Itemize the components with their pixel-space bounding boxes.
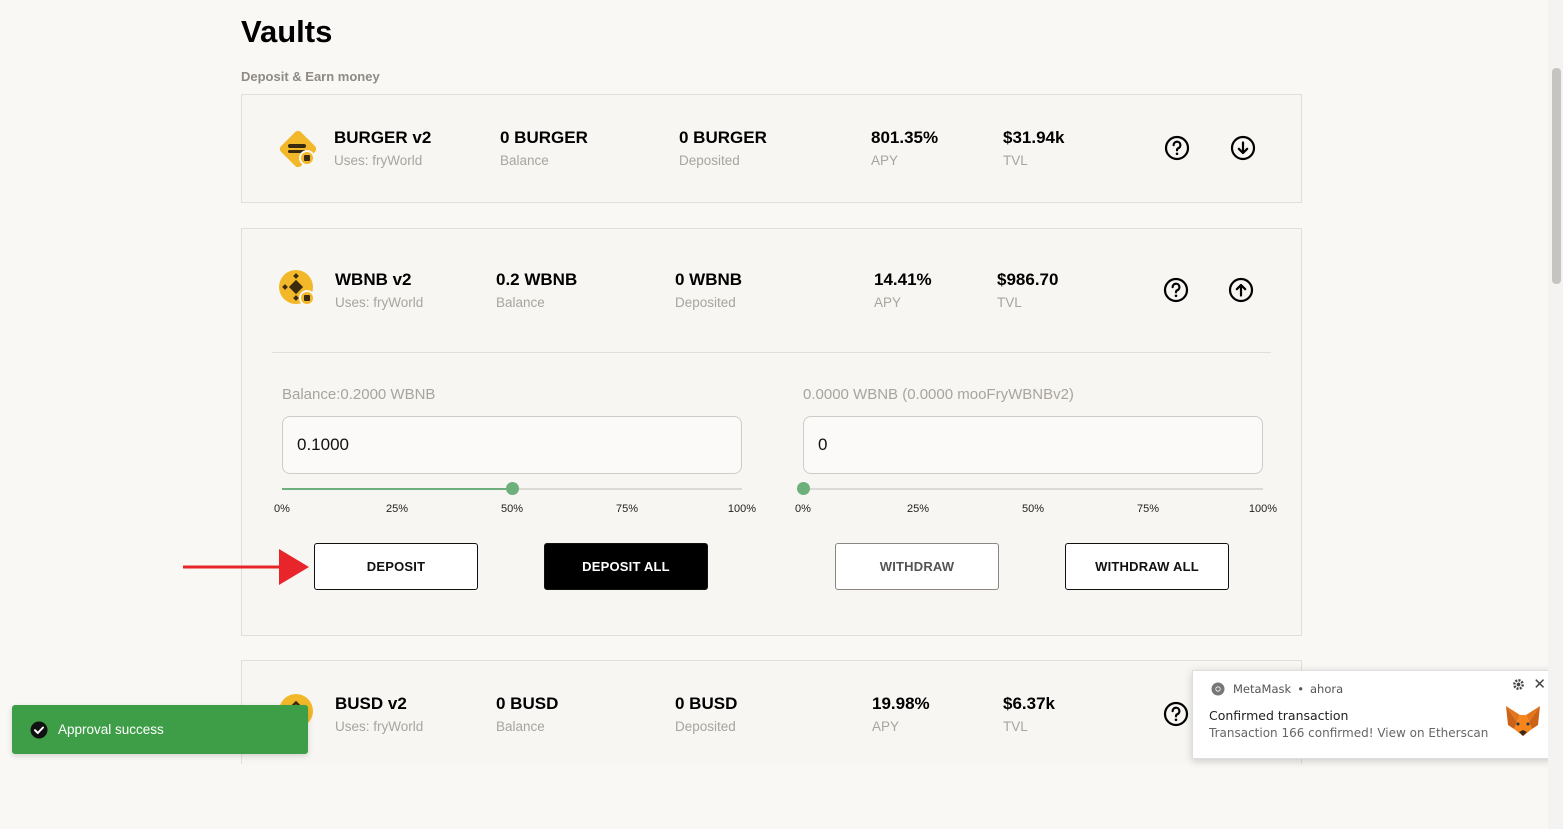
deposit-balance-label: Balance:0.2000 WBNB [282,386,436,403]
slider-tick[interactable]: 25% [907,503,929,515]
vault-row[interactable]: WBNB v2 Uses: fryWorld 0.2 WBNB Balance … [242,237,1301,345]
deposit-slider-ticks: 0% 25% 50% 75% 100% [274,503,782,517]
arrow-down-circle-icon[interactable] [1230,135,1256,161]
vault-apy: 14.41% [874,270,932,289]
slider-tick[interactable]: 100% [728,503,756,515]
slider-tick[interactable]: 50% [1022,503,1044,515]
burger-token-logo [279,130,317,168]
notification-time: ahora [1309,682,1344,696]
vault-deposited-label: Deposited [675,719,736,734]
page-title: Vaults [241,14,333,49]
vault-apy-label: APY [872,719,900,734]
vault-tvl-label: TVL [1003,719,1028,734]
vault-apy: 19.98% [872,694,930,713]
vault-tvl: $986.70 [997,270,1059,289]
vault-balance-label: Balance [496,719,545,734]
vault-apy-label: APY [874,295,902,310]
vault-deposited-label: Deposited [675,295,736,310]
vault-card-burger: BURGER v2 Uses: fryWorld 0 BURGER Balanc… [241,94,1302,203]
vault-row[interactable]: BURGER v2 Uses: fryWorld 0 BURGER Balanc… [242,95,1301,203]
slider-tick[interactable]: 75% [1137,503,1159,515]
approval-toast: Approval success [12,705,308,754]
vault-card-busd: BUSD v2 Uses: fryWorld 0 BUSD Balance 0 … [241,660,1302,764]
scrollbar-thumb[interactable] [1552,68,1561,284]
help-icon[interactable] [1163,701,1189,727]
arrow-up-circle-icon[interactable] [1228,277,1254,303]
metamask-notification[interactable]: MetaMask • ahora ✕ Confirmed transaction… [1192,670,1556,759]
vault-apy-label: APY [871,153,899,168]
vault-balance: 0.2 WBNB [496,270,578,289]
withdraw-slider[interactable] [797,482,1263,495]
slider-tick[interactable]: 100% [1249,503,1277,515]
toast-message: Approval success [58,722,164,737]
vault-tvl: $31.94k [1003,128,1065,147]
notification-message[interactable]: Transaction 166 confirmed! View on Ether… [1209,726,1488,740]
deposit-button[interactable]: DEPOSIT [314,543,478,590]
slider-tick[interactable]: 75% [616,503,638,515]
deposit-amount-input[interactable] [282,416,742,474]
deposit-all-button[interactable]: DEPOSIT ALL [544,543,708,590]
notification-title: Confirmed transaction [1209,708,1349,723]
deposit-slider-fill [282,488,512,490]
vault-deposited: 0 BURGER [679,128,767,147]
vault-uses: Uses: fryWorld [334,153,423,168]
withdraw-slider-thumb[interactable] [797,482,810,495]
withdraw-amount-input[interactable] [803,416,1263,474]
help-icon[interactable] [1164,135,1190,161]
check-circle-icon [30,721,48,738]
help-icon[interactable] [1163,277,1189,303]
slider-tick[interactable]: 0% [795,503,811,515]
metamask-fox-icon [1506,706,1540,736]
notification-app: MetaMask [1233,682,1292,696]
vault-uses: Uses: fryWorld [335,719,424,734]
withdraw-slider-ticks: 0% 25% 50% 75% 100% [795,503,1303,517]
vault-name: BUSD v2 [335,694,407,713]
withdraw-button[interactable]: WITHDRAW [835,543,999,590]
vault-tvl: $6.37k [1003,694,1055,713]
vault-deposited-label: Deposited [679,153,740,168]
slider-tick[interactable]: 25% [386,503,408,515]
vault-tvl-label: TVL [1003,153,1028,168]
withdraw-balance-label: 0.0000 WBNB (0.0000 mooFryWBNBv2) [803,386,1074,403]
deposit-slider[interactable] [282,482,742,495]
vault-balance-label: Balance [496,295,545,310]
vault-name: WBNB v2 [335,270,412,289]
slider-tick[interactable]: 50% [501,503,523,515]
page-subtitle: Deposit & Earn money [241,69,380,84]
vault-row[interactable]: BUSD v2 Uses: fryWorld 0 BUSD Balance 0 … [242,661,1301,769]
chrome-icon [1211,682,1225,696]
vault-card-wbnb: WBNB v2 Uses: fryWorld 0.2 WBNB Balance … [241,228,1302,636]
page-bottom [0,764,1548,829]
withdraw-all-button[interactable]: WITHDRAW ALL [1065,543,1229,590]
vault-balance: 0 BURGER [500,128,588,147]
divider [272,352,1271,353]
vault-balance: 0 BUSD [496,694,559,713]
notification-separator: • [1297,682,1304,696]
annotation-arrow-icon [183,549,309,585]
close-icon[interactable]: ✕ [1533,676,1546,692]
vault-tvl-label: TVL [997,295,1022,310]
vault-balance-label: Balance [500,153,549,168]
vault-deposited: 0 BUSD [675,694,738,713]
vault-name: BURGER v2 [334,128,432,147]
gear-icon[interactable] [1512,678,1525,691]
deposit-slider-thumb[interactable] [506,482,519,495]
slider-tick[interactable]: 0% [274,503,290,515]
wbnb-token-logo [279,270,315,306]
vault-uses: Uses: fryWorld [335,295,424,310]
vault-apy: 801.35% [871,128,939,147]
vault-deposited: 0 WBNB [675,270,743,289]
